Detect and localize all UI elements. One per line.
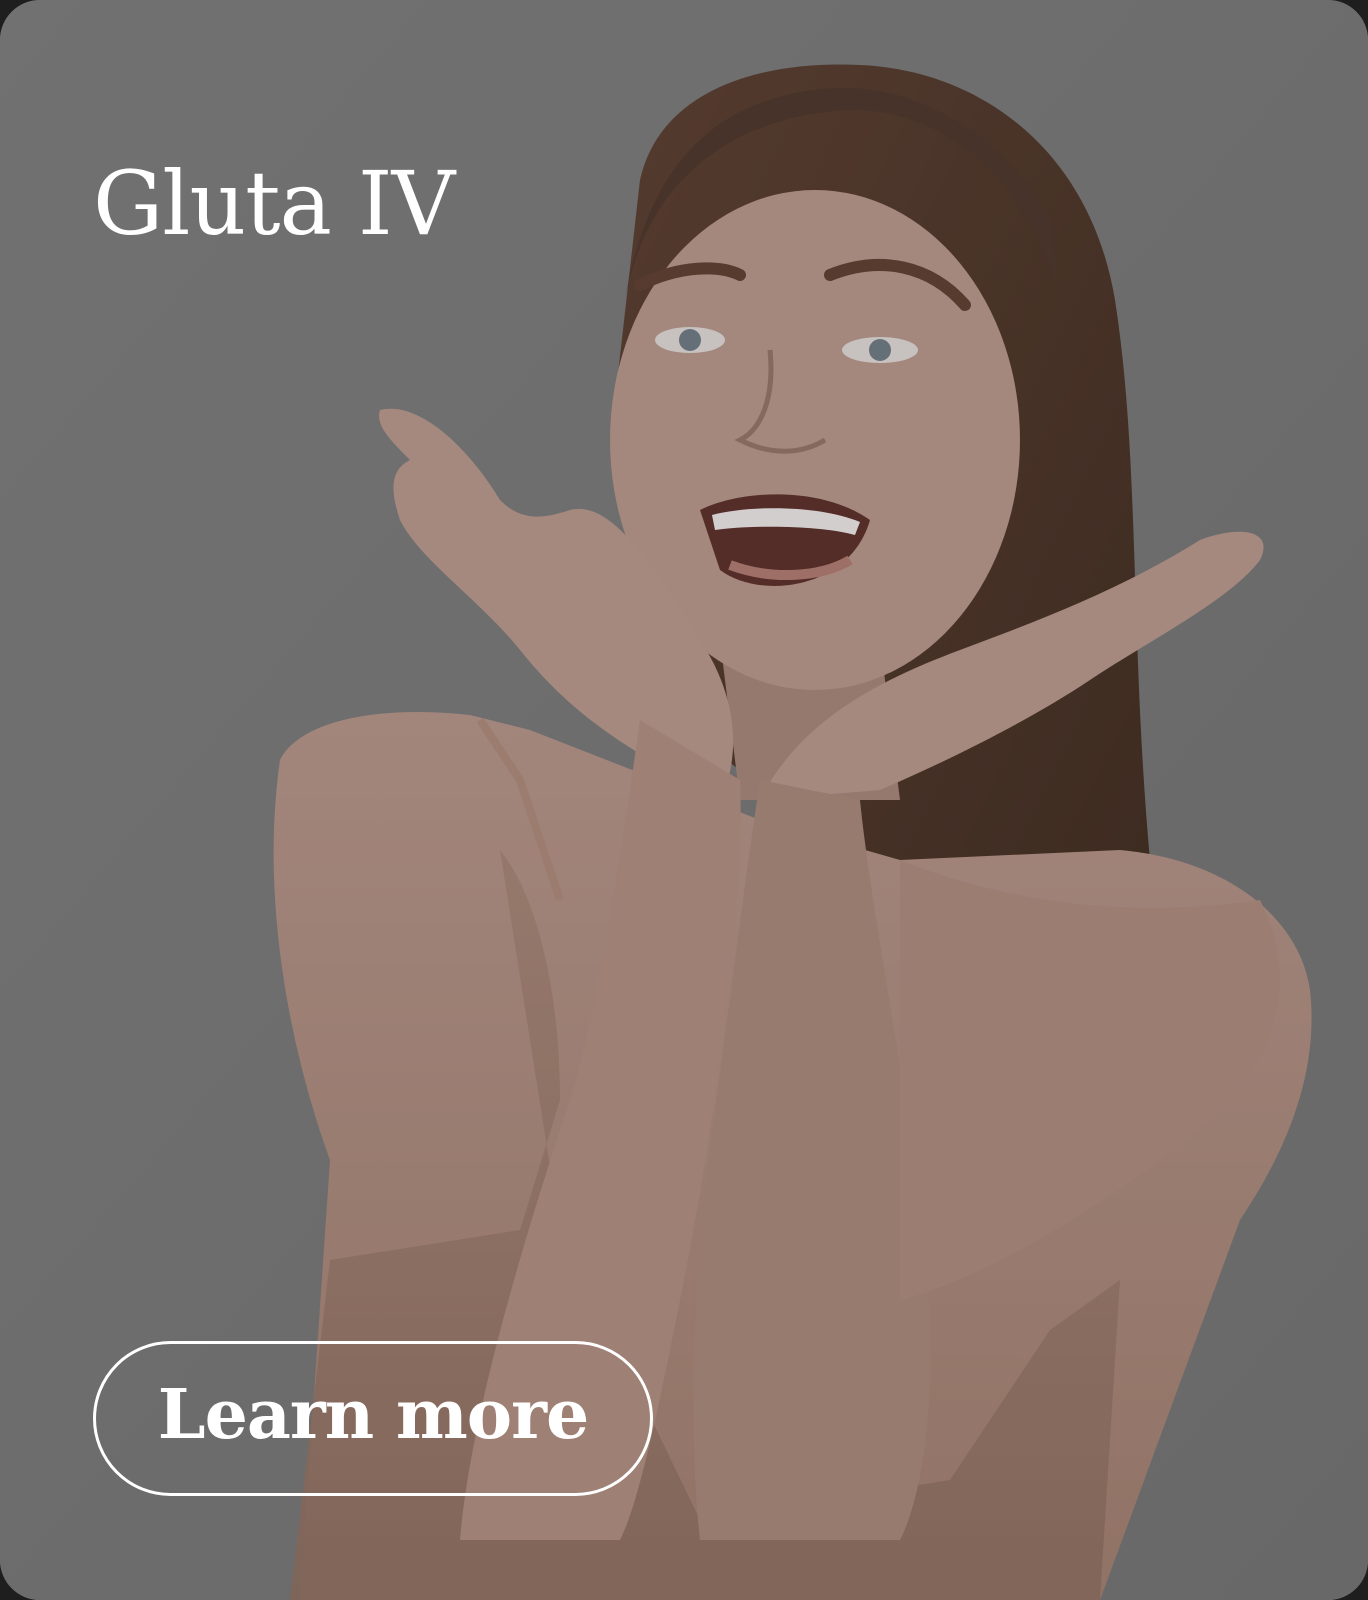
learn-more-button[interactable]: Learn more [93, 1341, 653, 1496]
promo-card[interactable]: Gluta IV Learn more [0, 0, 1368, 1600]
card-title: Gluta IV [93, 152, 455, 255]
